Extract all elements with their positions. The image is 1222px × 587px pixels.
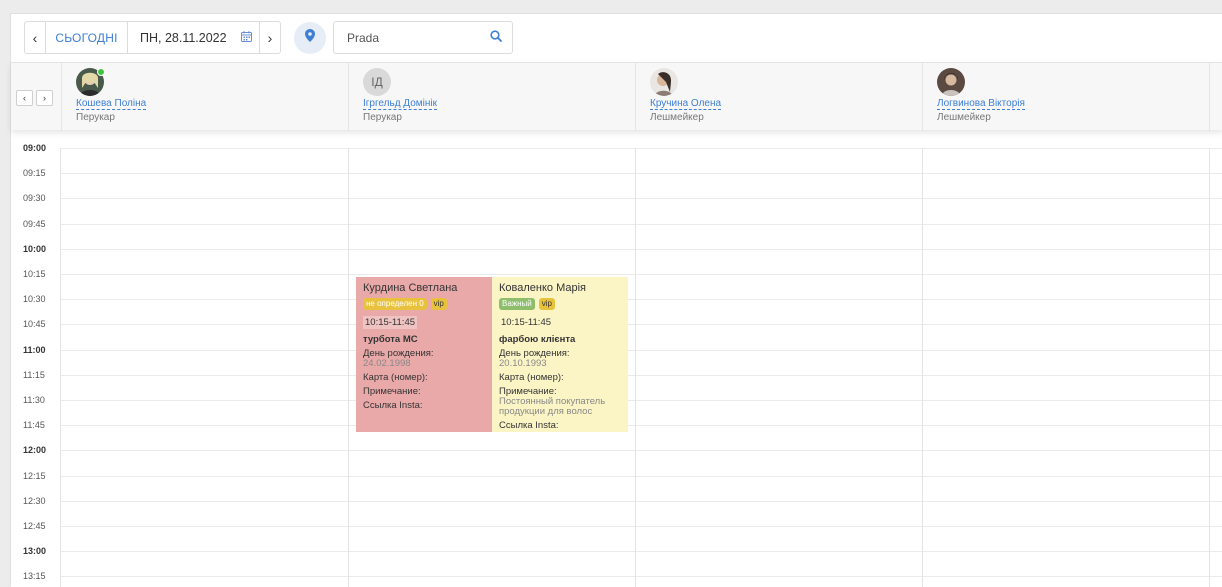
location-button[interactable] <box>294 22 326 54</box>
time-slot-label: 09:15 <box>23 168 46 179</box>
date-navigation: ‹ СЬОГОДНІ ПН, 28.11.2022 › <box>24 21 281 54</box>
service-name: турбота МС <box>363 334 418 345</box>
time-slot-line <box>60 500 1222 502</box>
avatar[interactable] <box>937 68 965 96</box>
staff-name[interactable]: Кручина Олена <box>650 98 722 110</box>
tags: Важный vip <box>499 298 621 310</box>
column-divider <box>922 148 923 587</box>
insta-label: Ссылка Insta: <box>499 420 559 431</box>
staff-prev-button[interactable]: ‹ <box>16 90 33 106</box>
column-divider <box>60 148 61 587</box>
note-label: Примечание: <box>363 386 421 397</box>
staff-next-button[interactable]: › <box>36 90 53 106</box>
appointment-card[interactable]: Коваленко Марія Важный vip 10:15-11:45 ф… <box>492 277 628 432</box>
staff-name[interactable]: Ігргельд Домінік <box>363 98 437 110</box>
column-divider <box>348 148 349 587</box>
time-slot-line <box>60 148 1222 149</box>
time-slot-label: 09:30 <box>23 193 46 204</box>
staff-column-header: Кручина Олена Лешмейкер <box>635 63 922 131</box>
staff-header: ‹ › Кошева Поліна Перукар ІД Ігргельд До… <box>11 62 1222 131</box>
time-slot-label: 12:00 <box>23 445 47 456</box>
appointment-time: 10:15-11:45 <box>501 317 552 328</box>
staff-navigation: ‹ › <box>16 90 53 106</box>
today-button[interactable]: СЬОГОДНІ <box>45 22 128 53</box>
time-slot-label: 12:45 <box>23 521 46 531</box>
date-value: ПН, 28.11.2022 <box>140 30 227 45</box>
time-slot-label: 11:45 <box>23 420 45 431</box>
time-slot-label: 10:00 <box>23 243 47 254</box>
client-name: Коваленко Марія <box>499 282 587 294</box>
schedule-grid: 09:00 09:15 09:30 09:45 10:00 10:15 10:30 10:45… <box>11 130 1222 587</box>
time-slot-line <box>60 349 1222 351</box>
note-value: Постоянный покупатель продукции для воло… <box>499 396 606 417</box>
vip-badge: vip <box>538 298 556 310</box>
next-day-button[interactable]: › <box>260 22 280 53</box>
time-slot-line <box>60 450 1222 452</box>
time-slot-line <box>60 299 1222 301</box>
time-slot-label: 11:15 <box>23 369 45 380</box>
insta-label: Ссылка Insta: <box>363 400 423 411</box>
avatar[interactable] <box>650 68 678 96</box>
tags: не определен 0 vip <box>363 298 485 310</box>
calendar-icon[interactable] <box>240 30 252 45</box>
map-pin-icon <box>305 29 315 47</box>
staff-name[interactable]: Кошева Поліна <box>76 98 147 110</box>
date-picker[interactable]: ПН, 28.11.2022 <box>128 22 260 53</box>
time-slot-line <box>60 274 1222 275</box>
prev-day-button[interactable]: ‹ <box>25 22 45 53</box>
time-slot-line <box>60 400 1222 401</box>
time-slot-label: 11:00 <box>23 344 46 355</box>
column-divider <box>1209 148 1210 587</box>
time-slot-line <box>60 425 1222 427</box>
staff-column-header: ІД Ігргельд Домінік Перукар <box>348 63 635 131</box>
time-slot-label: 09:00 <box>23 143 47 153</box>
search-icon[interactable] <box>490 30 502 45</box>
staff-column-header: Логвинова Вікторія Лешмейкер <box>922 63 1209 131</box>
time-slot-label: 10:30 <box>23 294 46 305</box>
time-slot-line <box>60 173 1222 175</box>
time-slot-line <box>60 198 1222 200</box>
time-slot-label: 11:30 <box>23 395 45 405</box>
search-field[interactable] <box>333 21 513 54</box>
avatar[interactable]: ІД <box>363 68 391 96</box>
birthday-value: 20.10.1993 <box>499 358 547 369</box>
time-slot-label: 09:45 <box>23 218 46 229</box>
staff-column-header: Кошева Поліна Перукар <box>61 63 348 131</box>
staff-role: Лешмейкер <box>650 112 704 123</box>
toolbar: ‹ СЬОГОДНІ ПН, 28.11.2022 › <box>11 14 1222 62</box>
staff-column-header <box>1209 63 1222 131</box>
staff-role: Перукар <box>76 112 115 123</box>
time-slot-line <box>60 248 1222 250</box>
appointment-card[interactable]: Курдина Светлана не определен 0 vip 10:1… <box>356 277 492 432</box>
staff-role: Лешмейкер <box>937 112 991 123</box>
time-slot-line <box>60 223 1222 225</box>
card-label: Карта (номер): <box>363 372 428 383</box>
time-slot-line <box>60 374 1222 376</box>
time-slot-line <box>60 551 1222 553</box>
staff-role: Перукар <box>363 112 402 123</box>
time-slot-line <box>60 526 1222 527</box>
vip-badge: vip <box>430 298 447 310</box>
time-slot-label: 12:15 <box>23 470 46 481</box>
column-divider <box>635 148 636 587</box>
time-slot-line <box>60 475 1222 477</box>
online-status-dot <box>97 68 105 76</box>
appointment-time: 10:15-11:45 <box>363 316 418 329</box>
client-name: Курдина Светлана <box>363 282 458 294</box>
time-slot-label: 10:15 <box>23 269 46 279</box>
status-badge: Важный <box>499 298 535 310</box>
time-slot-label: 13:15 <box>23 571 46 582</box>
calendar-app: ‹ СЬОГОДНІ ПН, 28.11.2022 › ‹ › <box>10 13 1222 587</box>
time-slot-label: 12:30 <box>23 495 46 506</box>
service-name: фарбою клієнта <box>499 334 576 345</box>
time-slot-label: 13:00 <box>23 546 47 557</box>
time-slot-line <box>60 576 1222 578</box>
search-input[interactable] <box>347 30 477 45</box>
time-slot-label: 10:45 <box>23 319 46 330</box>
status-badge: не определен 0 <box>363 298 427 310</box>
card-label: Карта (номер): <box>499 372 564 383</box>
time-slot-line <box>60 324 1222 326</box>
staff-name[interactable]: Логвинова Вікторія <box>937 98 1025 110</box>
birthday-value: 24.02.1998 <box>363 358 411 369</box>
